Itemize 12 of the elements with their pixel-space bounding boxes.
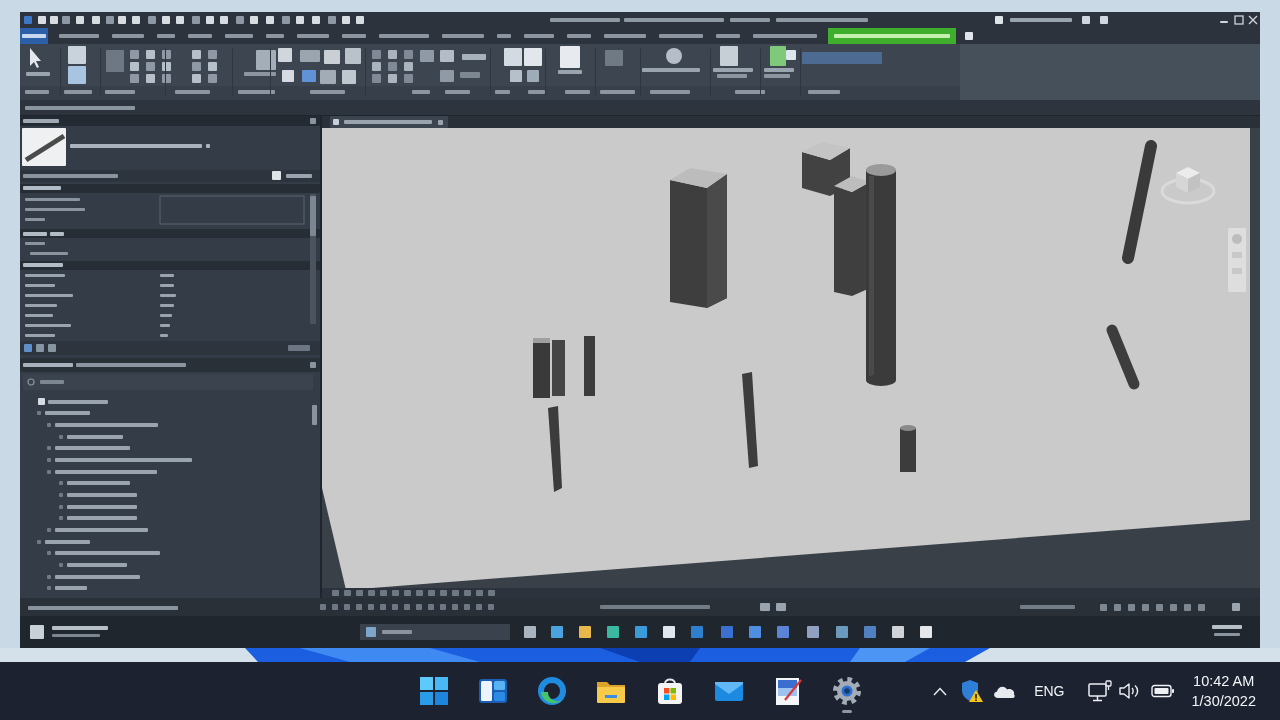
clock-date[interactable]: 1/30/2022: [1191, 691, 1256, 711]
browser-icon[interactable]: [536, 675, 567, 706]
settings-icon[interactable]: [831, 675, 862, 706]
clock-time[interactable]: 10:42 AM: [1193, 671, 1255, 691]
battery-icon[interactable]: [1151, 684, 1176, 698]
ribbon-toggle-icon[interactable]: [965, 32, 973, 40]
ribbon-tab[interactable]: [20, 28, 48, 44]
shield-warning-icon[interactable]: [961, 679, 984, 703]
chevron-up-icon[interactable]: [933, 686, 948, 696]
windows-logo-icon[interactable]: [418, 675, 449, 706]
network-monitor-icon[interactable]: [1088, 680, 1113, 702]
language-indicator[interactable]: ENG: [1034, 683, 1065, 699]
